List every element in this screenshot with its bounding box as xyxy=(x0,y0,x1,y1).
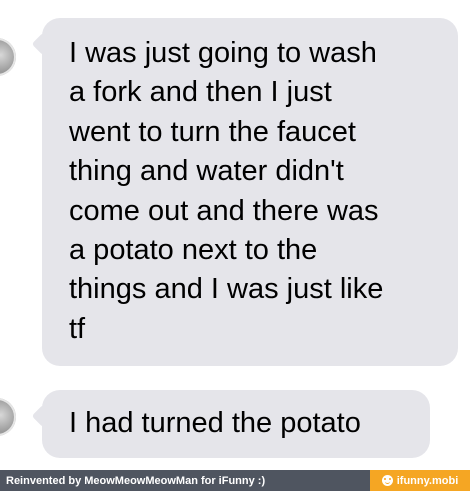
contact-avatar[interactable] xyxy=(0,38,16,76)
smile-icon xyxy=(381,475,393,486)
contact-avatar[interactable] xyxy=(0,398,16,436)
watermark-footer: Reinvented by MeowMeowMeowMan for iFunny… xyxy=(0,470,470,491)
message-text: I was just going to wash a fork and then… xyxy=(69,37,384,345)
message-text: I had turned the potato xyxy=(69,407,361,439)
bubble-tail xyxy=(31,32,55,56)
message-bubble[interactable]: I had turned the potato xyxy=(31,390,430,458)
bubble-tail xyxy=(31,404,55,428)
site-badge[interactable]: ifunny.mobi xyxy=(370,470,470,491)
credit-bar: Reinvented by MeowMeowMeowMan for iFunny… xyxy=(0,470,370,491)
message-bubble[interactable]: I was just going to wash a fork and then… xyxy=(31,18,458,366)
credit-text: Reinvented by MeowMeowMeowMan for iFunny… xyxy=(6,474,266,487)
site-text: ifunny.mobi xyxy=(396,474,459,487)
